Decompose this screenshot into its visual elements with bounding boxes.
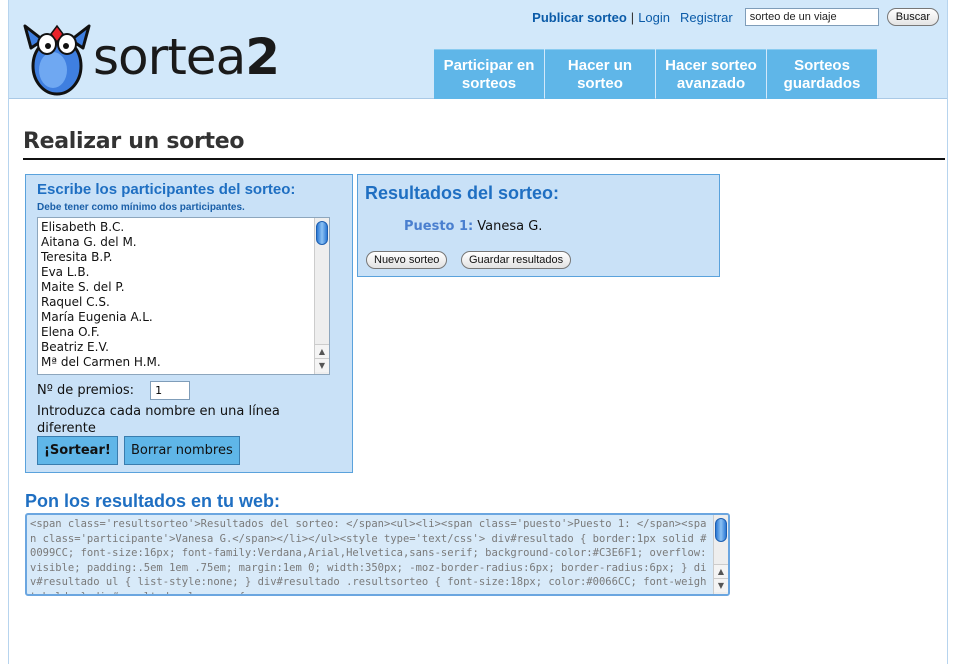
embed-scrollbar[interactable]: ▲ ▼ bbox=[713, 515, 728, 594]
search-button[interactable]: Buscar bbox=[886, 8, 939, 26]
participants-note: Debe tener como mínimo dos participantes… bbox=[37, 202, 245, 213]
page-title: Realizar un sorteo bbox=[23, 129, 245, 154]
participants-panel: Escribe los participantes del sorteo: De… bbox=[25, 174, 353, 473]
nav-tab-advanced-draw[interactable]: Hacer sorteo avanzado bbox=[656, 49, 766, 99]
top-links: Publicar sorteo | Login Registrar Buscar bbox=[532, 6, 947, 28]
prizes-row: Nº de premios: bbox=[37, 381, 191, 400]
participant-line: Maite S. del P. bbox=[41, 280, 125, 294]
scrollbar-thumb[interactable] bbox=[715, 518, 727, 542]
nav-tab-saved-draws[interactable]: Sorteos guardados bbox=[767, 49, 877, 99]
prizes-label: Nº de premios: bbox=[37, 383, 135, 398]
results-panel: Resultados del sorteo: Puesto 1: Vanesa G… bbox=[357, 174, 720, 277]
register-link[interactable]: Registrar bbox=[680, 10, 733, 25]
main-nav: Participar en sorteos Hacer un sorteo Ha… bbox=[434, 49, 877, 99]
one-name-per-line-hint: Introduzca cada nombre en una línea dife… bbox=[37, 404, 280, 436]
site-logo[interactable]: sortea2 bbox=[23, 20, 293, 98]
logo-wordmark: sortea2 bbox=[93, 28, 280, 86]
prizes-input[interactable] bbox=[150, 381, 191, 400]
publish-draw-link[interactable]: Publicar sorteo bbox=[532, 10, 627, 25]
participant-line: Beatriz E.V. bbox=[41, 340, 109, 354]
participants-list: Elisabeth B.C. Aitana G. del M. Teresita… bbox=[38, 220, 314, 370]
participant-line: Elisabeth B.C. bbox=[41, 220, 125, 234]
scroll-up-arrow-icon[interactable]: ▲ bbox=[714, 564, 728, 578]
participants-textarea[interactable]: Elisabeth B.C. Aitana G. del M. Teresita… bbox=[37, 217, 330, 375]
scroll-down-arrow-icon[interactable]: ▼ bbox=[315, 358, 329, 372]
result-row: Puesto 1: Vanesa G. bbox=[404, 219, 542, 234]
link-separator: | bbox=[630, 9, 635, 25]
participant-line: Elena O.F. bbox=[41, 325, 100, 339]
participant-line: Raquel C.S. bbox=[41, 295, 110, 309]
embed-code-text: <span class='resultsorteo'>Resultados de… bbox=[30, 518, 707, 594]
scroll-down-arrow-icon[interactable]: ▼ bbox=[714, 578, 728, 592]
nav-tab-make-draw[interactable]: Hacer un sorteo bbox=[545, 49, 655, 99]
results-heading: Resultados del sorteo: bbox=[365, 183, 560, 203]
participants-heading: Escribe los participantes del sorteo: bbox=[37, 181, 296, 198]
participants-scrollbar[interactable]: ▲ ▼ bbox=[314, 218, 329, 374]
participant-line: Eva L.B. bbox=[41, 265, 90, 279]
participant-line: Aitana G. del M. bbox=[41, 235, 137, 249]
nav-tab-participate[interactable]: Participar en sorteos bbox=[434, 49, 544, 99]
new-draw-button[interactable]: Nuevo sorteo bbox=[366, 251, 448, 269]
participant-line: Mª del Carmen H.M. bbox=[41, 355, 161, 369]
page-container: sortea2 Publicar sorteo | Login Registra… bbox=[8, 0, 948, 664]
site-header: sortea2 Publicar sorteo | Login Registra… bbox=[9, 0, 947, 99]
result-winner-name: Vanesa G. bbox=[477, 219, 543, 234]
login-link[interactable]: Login bbox=[638, 10, 670, 25]
result-position-label: Puesto 1: bbox=[404, 219, 474, 234]
embed-heading: Pon los resultados en tu web: bbox=[25, 491, 281, 511]
bird-mascot-icon bbox=[23, 24, 91, 96]
save-results-button[interactable]: Guardar resultados bbox=[461, 251, 572, 269]
search-input[interactable] bbox=[744, 8, 879, 26]
participant-line: María Eugenia A.L. bbox=[41, 310, 153, 324]
embed-code-textarea[interactable]: <span class='resultsorteo'>Resultados de… bbox=[25, 513, 730, 596]
scroll-up-arrow-icon[interactable]: ▲ bbox=[315, 344, 329, 358]
participant-line: Teresita B.P. bbox=[41, 250, 113, 264]
clear-names-button[interactable]: Borrar nombres bbox=[124, 436, 240, 465]
scrollbar-thumb[interactable] bbox=[316, 221, 328, 245]
draw-button[interactable]: ¡Sortear! bbox=[37, 436, 118, 465]
title-divider bbox=[23, 158, 945, 160]
